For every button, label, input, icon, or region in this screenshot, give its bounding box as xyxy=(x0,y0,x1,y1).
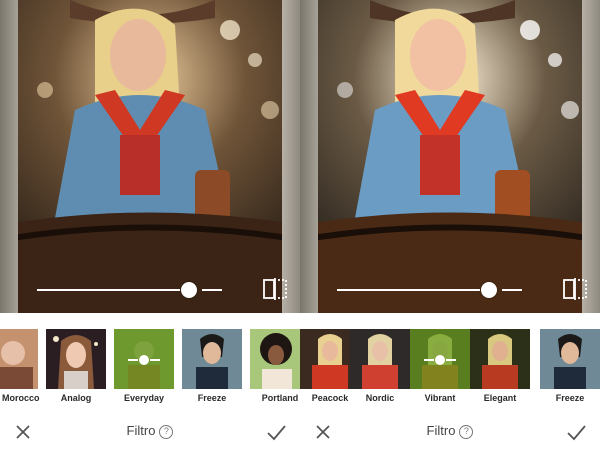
filter-strip: Morocco Analog Everyday Freeze Portland xyxy=(0,327,300,409)
filter-label: Analog xyxy=(60,393,92,403)
photo-preview xyxy=(300,0,600,313)
filter-thumbnail xyxy=(540,329,600,389)
close-icon[interactable] xyxy=(313,422,333,442)
check-icon[interactable] xyxy=(265,421,287,443)
check-icon[interactable] xyxy=(565,421,587,443)
adjust-icon[interactable] xyxy=(128,353,160,367)
slider-track-empty xyxy=(202,289,222,291)
filter-item[interactable]: Morocco xyxy=(0,327,40,409)
photo-preview xyxy=(0,0,300,313)
filter-label: Morocco xyxy=(2,393,40,403)
filter-item[interactable]: Portland xyxy=(250,327,300,409)
filter-label: Portland xyxy=(261,393,299,403)
slider-track-empty xyxy=(502,289,522,291)
filter-thumbnail xyxy=(0,329,38,389)
filter-thumbnail xyxy=(350,329,410,389)
intensity-slider[interactable] xyxy=(337,282,522,298)
filter-thumbnail xyxy=(410,329,470,389)
bottom-title: Filtro? xyxy=(100,423,200,439)
filter-thumbnail xyxy=(114,329,174,389)
compare-icon[interactable] xyxy=(563,278,587,300)
filter-label: Nordic xyxy=(365,393,395,403)
slider-thumb[interactable] xyxy=(481,282,497,298)
compare-icon[interactable] xyxy=(263,278,287,300)
frame-edge-right xyxy=(282,0,300,313)
filter-item[interactable]: Nordic xyxy=(350,327,410,409)
filter-strip: Peacock Nordic Vibrant Elegant Freeze xyxy=(300,327,600,409)
filter-item[interactable]: Vibrant xyxy=(410,327,470,409)
panel-title: Filtro xyxy=(426,423,456,438)
filter-item[interactable]: Freeze xyxy=(540,327,600,409)
frame-edge-right xyxy=(582,0,600,313)
frame-edge-left xyxy=(0,0,18,313)
bottom-title: Filtro? xyxy=(400,423,500,439)
filter-item[interactable]: Analog xyxy=(46,327,106,409)
filter-item[interactable]: Freeze xyxy=(182,327,242,409)
help-icon[interactable]: ? xyxy=(459,425,474,439)
editor-pane-left: Morocco Analog Everyday Freeze Portland … xyxy=(0,0,300,450)
photo-image xyxy=(300,0,600,313)
photo-image xyxy=(0,0,300,313)
slider-thumb[interactable] xyxy=(181,282,197,298)
filter-item[interactable]: Elegant xyxy=(470,327,530,409)
bottom-bar: Filtro? xyxy=(0,415,300,450)
editor-pane-right: Peacock Nordic Vibrant Elegant Freeze Fi… xyxy=(300,0,600,450)
slider-track-filled xyxy=(37,289,180,291)
bottom-bar: Filtro? xyxy=(300,415,600,450)
frame-edge-left xyxy=(300,0,318,313)
filter-thumbnail xyxy=(182,329,242,389)
help-icon[interactable]: ? xyxy=(159,425,174,439)
app: Morocco Analog Everyday Freeze Portland … xyxy=(0,0,600,450)
filter-thumbnail xyxy=(46,329,106,389)
filter-item[interactable]: Everyday xyxy=(114,327,174,409)
filter-label: Elegant xyxy=(483,393,517,403)
adjust-icon[interactable] xyxy=(424,353,456,367)
filter-label: Vibrant xyxy=(424,393,456,403)
filter-thumbnail xyxy=(470,329,530,389)
panel-title: Filtro xyxy=(126,423,156,438)
filter-label: Freeze xyxy=(555,393,585,403)
filter-label: Freeze xyxy=(197,393,227,403)
intensity-slider[interactable] xyxy=(37,282,222,298)
slider-track-filled xyxy=(337,289,480,291)
filter-label: Everyday xyxy=(123,393,165,403)
filter-thumbnail xyxy=(250,329,300,389)
close-icon[interactable] xyxy=(13,422,33,442)
